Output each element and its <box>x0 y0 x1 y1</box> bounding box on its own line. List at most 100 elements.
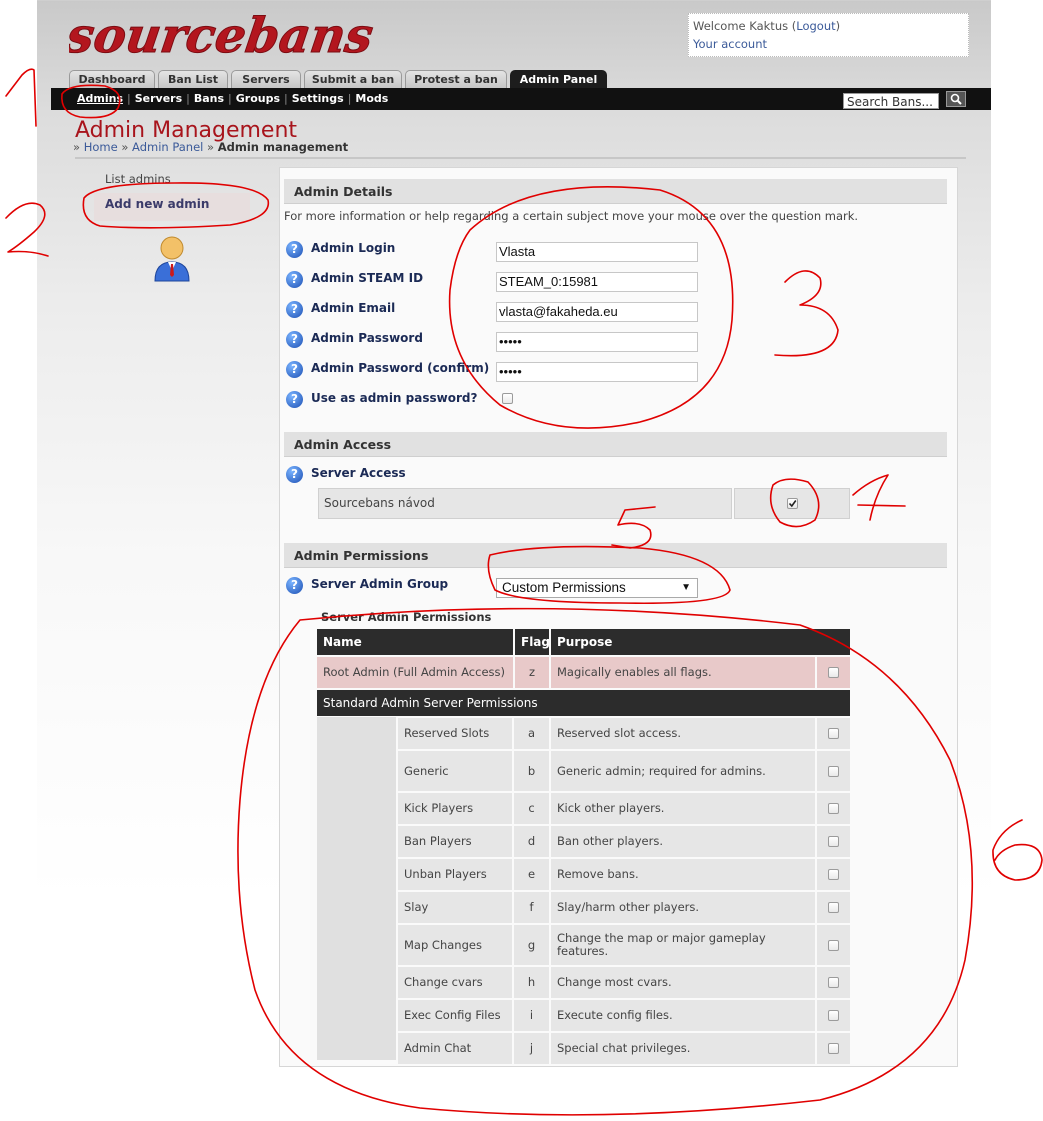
table-row: Generic b Generic admin; required for admi… <box>317 751 850 791</box>
tab-protest-ban[interactable]: Protest a ban <box>405 70 507 88</box>
permission-flag: j <box>514 1033 549 1064</box>
tab-ban-list[interactable]: Ban List <box>158 70 228 88</box>
permission-name: Change cvars <box>398 967 512 998</box>
logout-link[interactable]: Logout <box>796 19 835 33</box>
permission-checkbox[interactable] <box>828 728 839 739</box>
server-admin-group-label: Server Admin Group <box>311 577 449 591</box>
breadcrumb-admin-panel[interactable]: Admin Panel <box>132 140 203 154</box>
permission-checkbox[interactable] <box>828 902 839 913</box>
permission-name: Map Changes <box>398 925 512 965</box>
admin-login-input[interactable]: Vlasta <box>496 242 698 262</box>
tab-admin-panel[interactable]: Admin Panel <box>510 70 607 88</box>
admin-access-header: Admin Access <box>284 432 947 457</box>
permission-name: Slay <box>398 892 512 923</box>
subnav-admins[interactable]: Admins <box>77 92 123 105</box>
use-admin-password-label: Use as admin password? <box>311 391 478 405</box>
permission-name: Admin Chat <box>398 1033 512 1064</box>
permission-checkbox[interactable] <box>828 836 839 847</box>
help-icon[interactable]: ? <box>286 241 303 258</box>
help-icon[interactable]: ? <box>286 301 303 318</box>
tab-submit-ban[interactable]: Submit a ban <box>304 70 402 88</box>
admin-email-input[interactable]: vlasta@fakaheda.eu <box>496 302 698 322</box>
permission-checkbox[interactable] <box>828 940 839 951</box>
subnav-groups[interactable]: Groups <box>236 92 280 105</box>
subnav-settings[interactable]: Settings <box>292 92 344 105</box>
search-input[interactable]: Search Bans... <box>843 93 939 109</box>
permission-flag: h <box>514 967 549 998</box>
table-row: Kick Players c Kick other players. <box>317 793 850 824</box>
help-icon[interactable]: ? <box>286 466 303 483</box>
table-row: Change cvars h Change most cvars. <box>317 967 850 998</box>
breadcrumb-home[interactable]: Home <box>84 140 118 154</box>
welcome-line: Welcome Kaktus (Logout) <box>693 19 841 33</box>
search-button[interactable] <box>946 91 966 107</box>
annotation-number-1 <box>5 68 37 127</box>
sub-nav: Admins | Servers | Bans | Groups | Settings | Mods <box>77 92 389 105</box>
table-row: Ban Players d Ban other players. <box>317 826 850 857</box>
admin-avatar-icon <box>154 236 190 282</box>
permission-name: Kick Players <box>398 793 512 824</box>
permission-checkbox[interactable] <box>828 1010 839 1021</box>
root-checkbox[interactable] <box>828 667 839 678</box>
use-admin-password-checkbox[interactable] <box>502 393 513 404</box>
permission-name: Exec Config Files <box>398 1000 512 1031</box>
top-border <box>37 0 991 1</box>
server-admin-group-select[interactable]: Custom Permissions ▼ <box>496 578 698 598</box>
permission-checkbox[interactable] <box>828 1043 839 1054</box>
subnav-bans[interactable]: Bans <box>194 92 224 105</box>
permission-checkbox[interactable] <box>828 766 839 777</box>
table-row: Exec Config Files i Execute config files. <box>317 1000 850 1031</box>
welcome-box: Welcome Kaktus (Logout) Your account <box>688 13 969 57</box>
table-row: Unban Players e Remove bans. <box>317 859 850 890</box>
sourcebans-logo[interactable]: sourcebans <box>69 8 399 66</box>
permission-checkbox[interactable] <box>828 803 839 814</box>
help-icon[interactable]: ? <box>286 391 303 408</box>
admin-login-label: Admin Login <box>311 241 396 255</box>
permission-flag: d <box>514 826 549 857</box>
permission-purpose: Slay/harm other players. <box>551 892 815 923</box>
server-access-checkbox[interactable] <box>787 498 798 509</box>
permission-purpose: Change most cvars. <box>551 967 815 998</box>
server-access-table: Sourcebans návod <box>318 488 850 519</box>
server-access-label: Server Access <box>311 466 406 480</box>
annotation-number-6 <box>992 819 1043 881</box>
help-icon[interactable]: ? <box>286 361 303 378</box>
help-icon[interactable]: ? <box>286 577 303 594</box>
permission-purpose: Generic admin; required for admins. <box>551 751 815 791</box>
table-row: Map Changes g Change the map or major game… <box>317 925 850 965</box>
admin-password-input[interactable]: ••••• <box>496 332 698 352</box>
permission-checkbox[interactable] <box>828 977 839 988</box>
checkmark-icon <box>788 500 797 508</box>
server-checkbox-cell <box>734 488 850 519</box>
breadcrumb-current: Admin management <box>217 140 349 154</box>
logo-source-text: sourcebans <box>69 8 376 64</box>
permission-flag: b <box>514 751 549 791</box>
permission-flag: g <box>514 925 549 965</box>
your-account-link[interactable]: Your account <box>693 37 767 51</box>
sidebar-item-add-new-admin[interactable]: Add new admin <box>94 193 250 221</box>
permission-purpose: Remove bans. <box>551 859 815 890</box>
tab-servers[interactable]: Servers <box>231 70 301 88</box>
permission-purpose: Reserved slot access. <box>551 718 815 749</box>
admin-permissions-header: Admin Permissions <box>284 543 947 568</box>
permission-name: Reserved Slots <box>398 718 512 749</box>
column-header-purpose: Purpose <box>551 629 850 655</box>
permission-flag: f <box>514 892 549 923</box>
sidebar-item-list-admins[interactable]: List admins <box>94 172 171 186</box>
root-purpose: Magically enables all flags. <box>551 657 815 688</box>
help-icon[interactable]: ? <box>286 271 303 288</box>
admin-steam-input[interactable]: STEAM_0:15981 <box>496 272 698 292</box>
permission-flag: i <box>514 1000 549 1031</box>
permission-flag: e <box>514 859 549 890</box>
root-name: Root Admin (Full Admin Access) <box>317 657 513 688</box>
permission-checkbox[interactable] <box>828 869 839 880</box>
group-select-value: Custom Permissions <box>502 580 626 595</box>
breadcrumb: » Home » Admin Panel » Admin management <box>73 140 349 154</box>
permission-name: Generic <box>398 751 512 791</box>
subnav-mods[interactable]: Mods <box>355 92 388 105</box>
admin-password-confirm-input[interactable]: ••••• <box>496 362 698 382</box>
help-icon[interactable]: ? <box>286 331 303 348</box>
tab-dashboard[interactable]: Dashboard <box>69 70 155 88</box>
standard-permissions-header: Standard Admin Server Permissions <box>317 690 850 716</box>
subnav-servers[interactable]: Servers <box>135 92 182 105</box>
